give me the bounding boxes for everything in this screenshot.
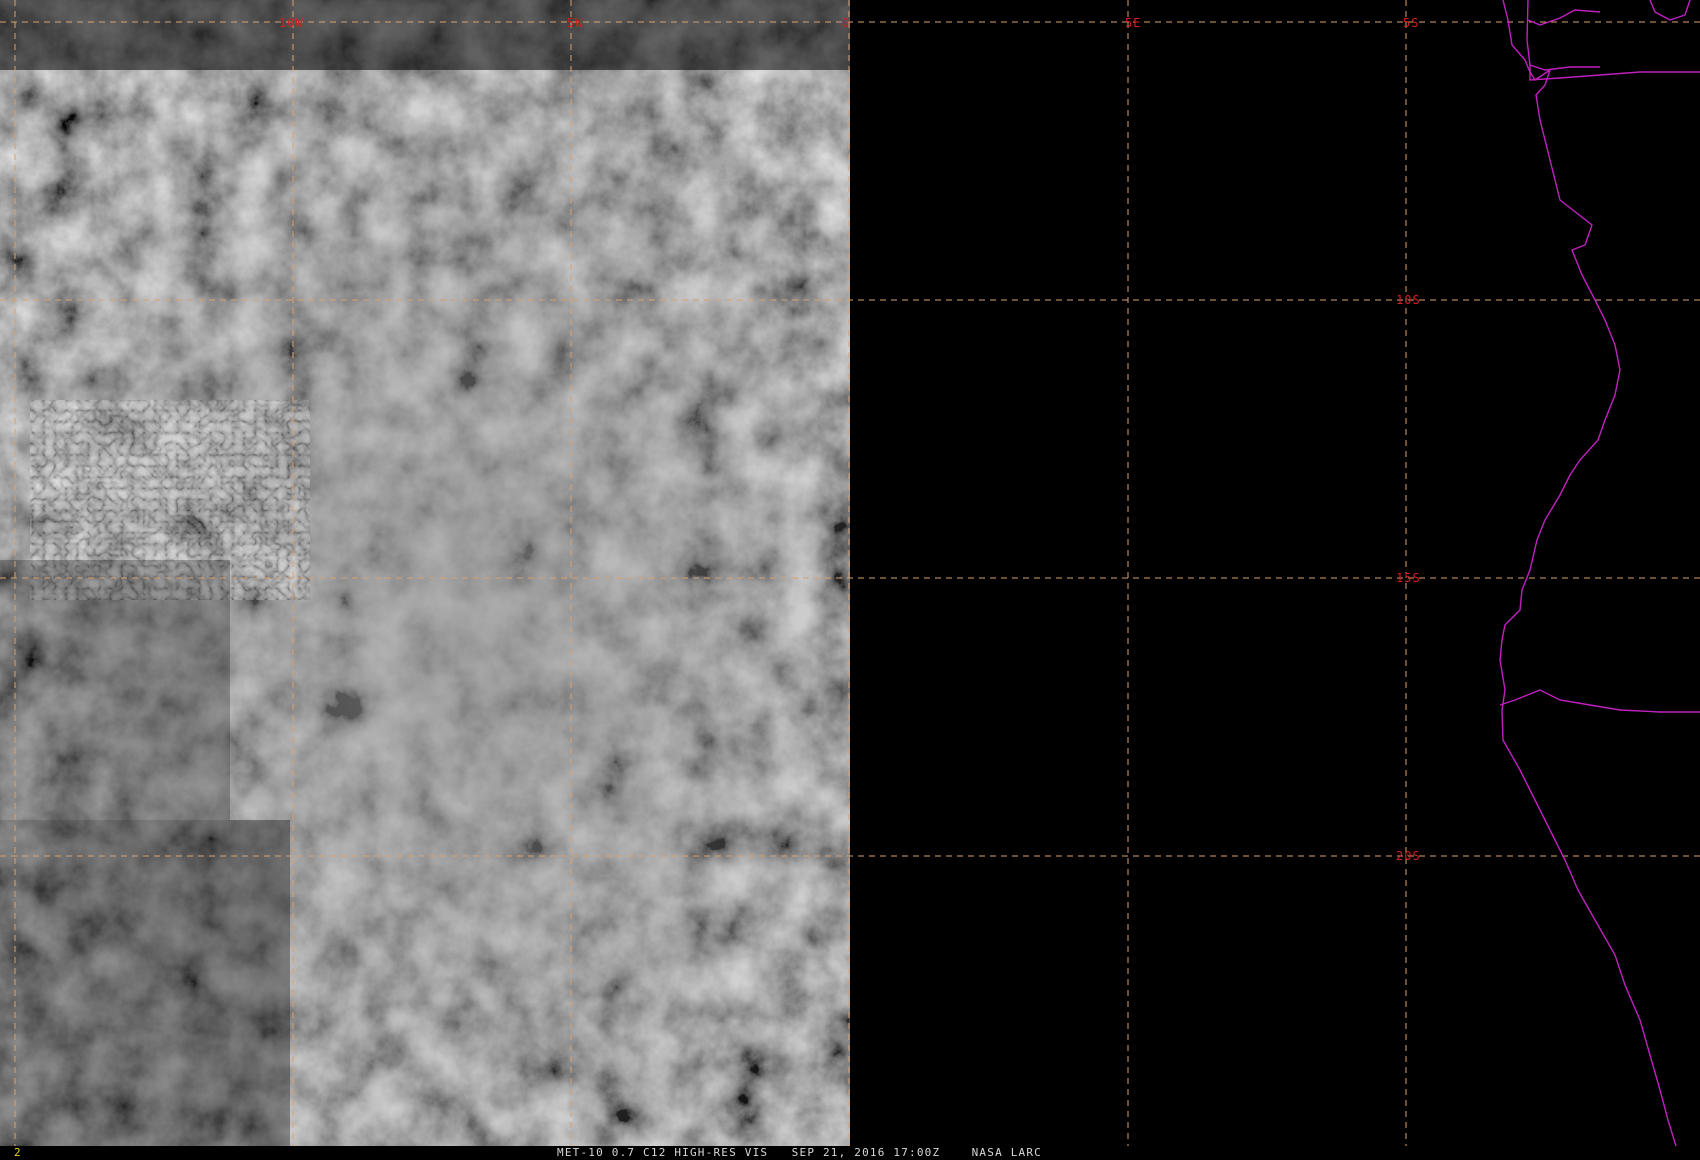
image-caption: MET-10 0.7 C12 HIGH-RES VIS SEP 21, 2016… [557, 1146, 1042, 1159]
satellite-map: 10W 5W 0 5E 5S 10S 15S 20S [0, 0, 1700, 1160]
lon-label-10w: 10W [279, 16, 304, 30]
lon-label-5e: 5E [1125, 16, 1141, 30]
lon-label-0: 0 [842, 16, 850, 30]
status-bar: 2 MET-10 0.7 C12 HIGH-RES VIS SEP 21, 20… [0, 1146, 1700, 1160]
lat-label-10s: 10S [1396, 293, 1421, 307]
lon-label-5w: 5W [567, 16, 583, 30]
lat-label-20s: 20S [1396, 849, 1421, 863]
frame-number: 2 [14, 1146, 21, 1159]
satellite-imagery [0, 0, 850, 1146]
lat-label-5s: 5S [1403, 16, 1419, 30]
lat-label-15s: 15S [1396, 571, 1421, 585]
